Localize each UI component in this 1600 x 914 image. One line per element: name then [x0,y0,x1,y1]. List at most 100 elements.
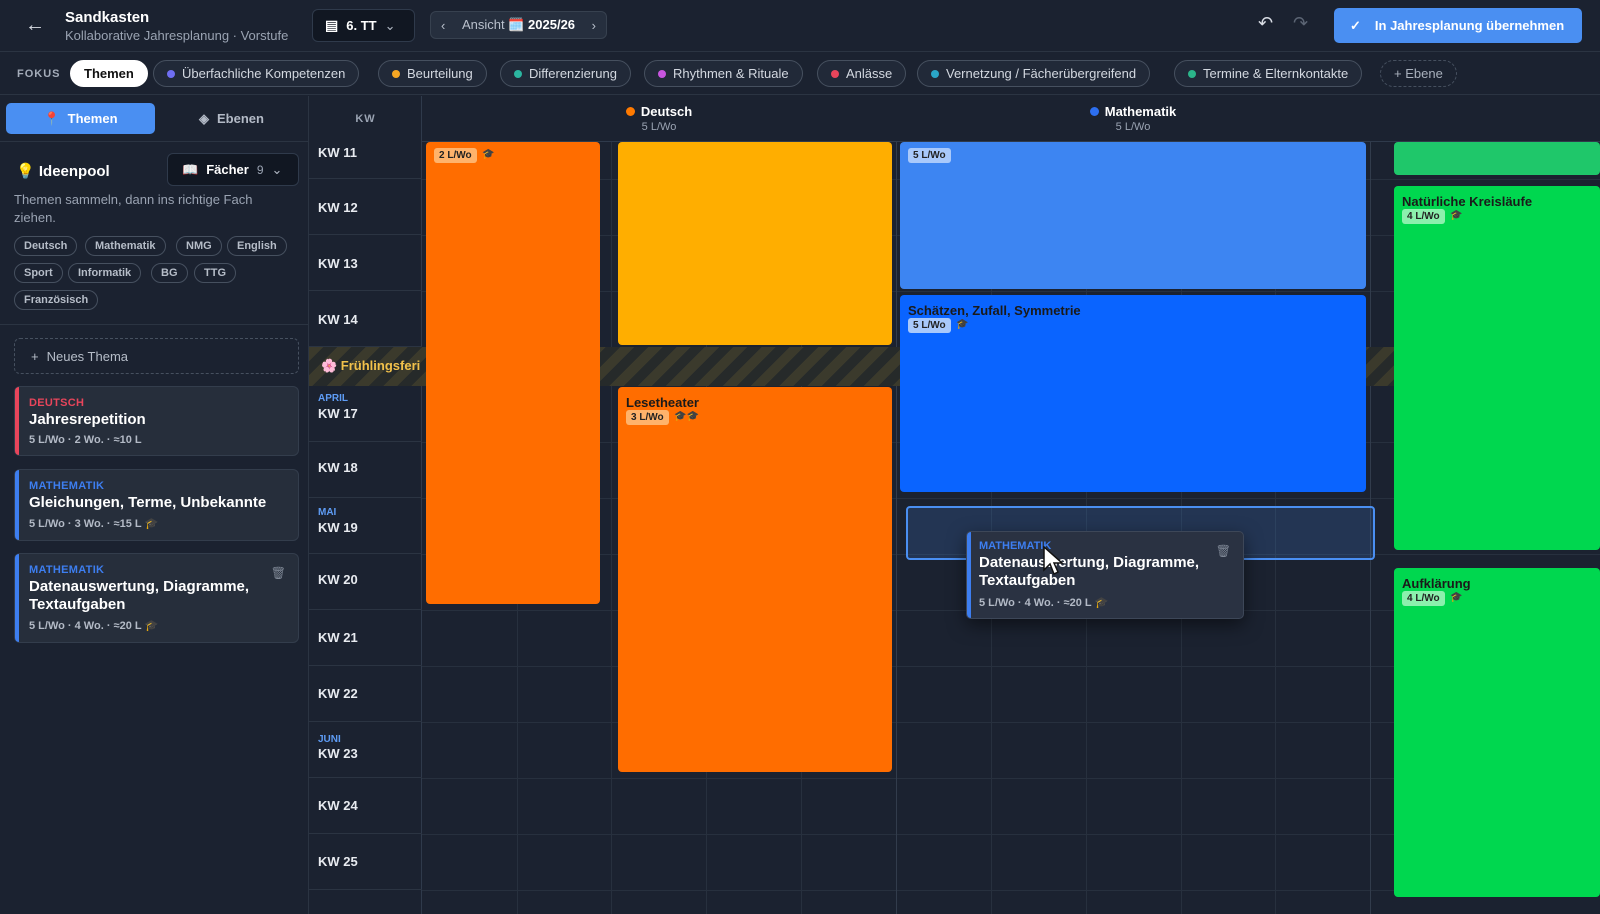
graduation-cap-icon: 🎓 [1450,592,1463,603]
week-label: KW 14 [318,312,358,327]
month-label: APRIL [318,393,348,404]
focus-chip-beurteilung[interactable]: Beurteilung [378,60,487,87]
tab-ebenen[interactable]: ◈ Ebenen [160,103,303,134]
column-sub: 5 L/Wo [641,121,677,133]
apply-to-yearplan-button[interactable]: ✓ In Jahresplanung übernehmen [1334,8,1582,43]
subject-tag[interactable]: NMG [176,236,222,256]
week-label: KW 17 [318,406,358,421]
focus-chip-kompetenzen[interactable]: Überfachliche Kompetenzen [153,60,360,87]
chip-label: Termine & Elternkontakte [1203,66,1349,81]
column-header-deutsch: Deutsch 5 L/Wo [422,96,896,142]
undo-icon[interactable]: ↶ [1258,13,1273,34]
week-label: KW 24 [318,798,358,813]
subjects-filter-button[interactable]: 📖 Fächer 9 ⌄ [167,153,299,186]
subject-tag[interactable]: English [227,236,287,256]
mouse-cursor-icon [1043,546,1064,576]
subject-tag[interactable]: BG [151,263,188,283]
topic-block-kreislaeufe[interactable]: Natürliche Kreisläufe 4 L/Wo 🎓 [1394,186,1600,550]
month-label: JUNI [318,734,341,745]
pin-icon: 📍 [43,110,60,126]
redo-icon[interactable]: ↷ [1293,13,1308,34]
year-view-value: 🗓️ 2025/26 [508,17,576,32]
tab-label: Ebenen [217,111,264,126]
focus-chip-anlaesse[interactable]: Anlässe [817,60,907,87]
focus-chip-rhythmen[interactable]: Rhythmen & Rituale [644,60,803,87]
chevron-left-icon[interactable]: ‹ [441,18,445,33]
topic-block-mathematik[interactable]: 5 L/Wo [900,142,1366,289]
topic-block-aufklaerung[interactable]: Aufklärung 4 L/Wo 🎓 [1394,568,1600,897]
kw-header: KW [355,113,376,125]
subject-tag[interactable]: TTG [194,263,236,283]
week-row: KW 11 [309,142,422,179]
topic-card[interactable]: MATHEMATIK Gleichungen, Terme, Unbekannt… [14,469,299,541]
dragged-topic-card[interactable]: MATHEMATIK Datenauswertung, Diagramme, T… [966,531,1244,619]
focus-chip-themen[interactable]: Themen [70,60,148,87]
week-row: KW 14 [309,291,422,347]
apply-button-label: In Jahresplanung übernehmen [1374,18,1565,33]
top-bar: ← Sandkasten Kollaborative Jahresplanung… [0,0,1600,52]
planning-grid: KW KW 11 KW 12 KW 13 KW 14 APRIL KW 17 KW… [309,96,1600,914]
add-layer-button[interactable]: + Ebene [1380,60,1457,87]
topic-meta: 5 L/Wo · 2 Wo. · ≈10 L [29,434,142,446]
week-label: KW 23 [318,746,358,761]
topic-block-green[interactable] [1394,142,1600,175]
topic-block-deutsch[interactable]: 2 L/Wo 🎓 [426,142,600,604]
week-label: KW 13 [318,256,358,271]
year-view-label: Ansicht [461,17,505,32]
graduation-cap-icon: 🎓 [144,518,159,530]
dot-icon [392,69,400,78]
topic-block-deutsch[interactable] [618,142,892,345]
class-select[interactable]: ▤ 6. TT ⌄ [312,9,415,42]
subjects-label: Fächer [206,162,249,177]
topic-block-title: Schätzen, Zufall, Symmetrie [908,303,1081,318]
new-topic-button[interactable]: + Neues Thema [14,338,299,374]
chip-label: Differenzierung [529,66,617,81]
subject-tag[interactable]: Informatik [68,263,142,283]
chevron-right-icon[interactable]: › [592,18,596,33]
week-label: KW 22 [318,686,358,701]
subject-color-bar [15,470,19,540]
week-row: APRIL KW 17 [309,386,422,442]
week-row: KW 12 [309,179,422,235]
graduation-cap-icon: 🎓 [144,620,159,632]
dot-icon [625,107,635,116]
dot-icon [1089,107,1099,116]
back-button[interactable]: ← [22,12,48,38]
topic-subject: MATHEMATIK [979,540,1052,552]
topic-block-schaetzen[interactable]: Schätzen, Zufall, Symmetrie 5 L/Wo 🎓 [900,295,1366,492]
topic-card[interactable]: MATHEMATIK Datenauswertung, Diagramme, T… [14,553,299,643]
topic-block-title: Aufklärung [1402,576,1471,591]
dot-icon [167,69,175,78]
subject-color-bar [15,554,19,642]
dot-icon [831,69,839,78]
layout-icon: ▤ [325,17,339,33]
week-row: JUNI KW 23 [309,722,422,778]
subject-tag[interactable]: Mathematik [85,236,166,256]
week-row: MAI KW 19 [309,498,422,554]
chevron-down-icon: ⌄ [271,161,283,177]
tab-themen[interactable]: 📍 Themen [6,103,155,134]
focus-chip-differenzierung[interactable]: Differenzierung [500,60,631,87]
focus-chip-termine[interactable]: Termine & Elternkontakte [1174,60,1363,87]
week-column: KW KW 11 KW 12 KW 13 KW 14 APRIL KW 17 KW… [309,96,422,914]
subjects-count: 9 [256,162,264,177]
week-row: KW 22 [309,666,422,722]
chevron-down-icon: ⌄ [384,17,396,33]
sidebar: 📍 Themen ◈ Ebenen 💡 Ideenpool 📖 Fächer 9 ⌄… [0,96,309,914]
graduation-cap-icon: 🎓 [1094,597,1109,609]
trash-icon[interactable]: 🗑 [271,566,286,580]
topic-card[interactable]: DEUTSCH Jahresrepetition 5 L/Wo · 2 Wo. … [14,386,299,456]
subject-tag[interactable]: Deutsch [14,236,78,256]
subject-tag[interactable]: Sport [14,263,63,283]
column-header-next [1370,96,1600,142]
topic-block-lesetheater[interactable]: Lesetheater 3 L/Wo 🎓🎓 [618,387,892,772]
subject-tag[interactable]: Französisch [14,290,99,310]
week-label: KW 21 [318,630,358,645]
week-label: KW 18 [318,460,358,475]
topic-subject: MATHEMATIK [29,564,105,576]
week-row: KW 13 [309,235,422,291]
focus-chip-vernetzung[interactable]: Vernetzung / Fächerübergreifend [917,60,1151,87]
grid-line [611,142,612,914]
column-sub: 5 L/Wo [1115,121,1151,133]
trash-icon[interactable]: 🗑 [1216,544,1231,558]
